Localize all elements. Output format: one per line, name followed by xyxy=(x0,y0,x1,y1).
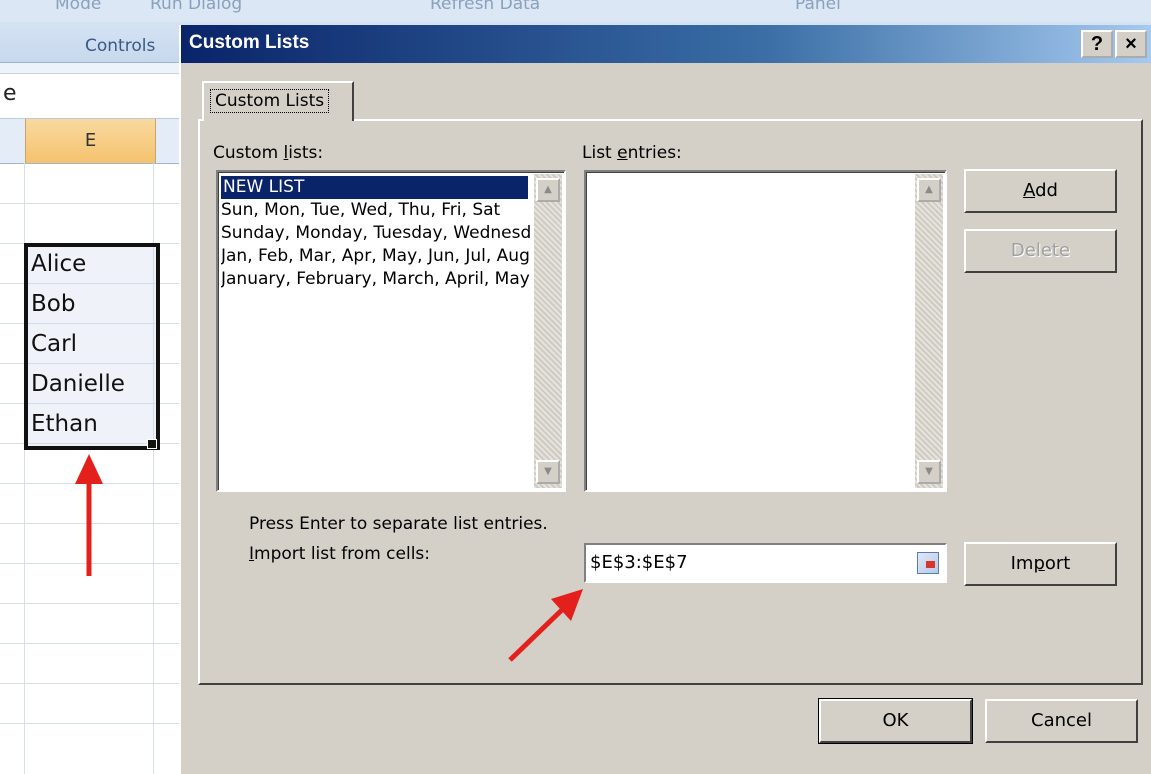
column-header-e[interactable]: E xyxy=(25,119,156,163)
ribbon-mode-label[interactable]: Mode xyxy=(55,0,101,14)
custom-lists-listbox[interactable]: NEW LIST Sun, Mon, Tue, Wed, Thu, Fri, S… xyxy=(216,170,566,492)
list-item[interactable]: January, February, March, April, May, Ju… xyxy=(221,268,531,291)
ok-button[interactable]: OK xyxy=(818,698,973,744)
list-item[interactable]: NEW LIST xyxy=(221,176,528,199)
help-button[interactable]: ? xyxy=(1081,30,1113,58)
list-entries-label: List entries: xyxy=(582,143,682,163)
import-label: Import list from cells: xyxy=(249,544,431,564)
scroll-down-icon[interactable]: ▼ xyxy=(536,460,560,484)
ribbon-run-dialog-label[interactable]: Run Dialog xyxy=(150,0,242,14)
ribbon-divider xyxy=(0,63,180,74)
list-entries-textbox[interactable]: ▲ ▼ xyxy=(584,170,947,492)
cell-e6[interactable]: Danielle xyxy=(31,371,125,397)
list-item[interactable]: Sunday, Monday, Tuesday, Wednesday, Thur… xyxy=(221,222,531,245)
annotation-arrow-diagonal-icon xyxy=(508,589,583,662)
cell-e7[interactable]: Ethan xyxy=(31,411,98,437)
cancel-button[interactable]: Cancel xyxy=(985,699,1138,743)
cell-e4[interactable]: Bob xyxy=(31,291,75,317)
custom-lists-scrollbar[interactable]: ▲ ▼ xyxy=(534,174,562,488)
custom-lists-dialog: Custom Lists ? × Custom Lists Custom lis… xyxy=(179,25,1151,774)
formula-bar-text: e xyxy=(3,81,17,106)
ribbon-top-strip: Mode Run Dialog Refresh Data Panel xyxy=(0,0,1151,23)
ribbon-panel-label[interactable]: Panel xyxy=(795,0,841,14)
tab-label: Custom Lists xyxy=(210,89,330,113)
dialog-title: Custom Lists xyxy=(189,32,310,53)
import-range-value: $E$3:$E$7 xyxy=(590,552,688,573)
delete-button[interactable]: Delete xyxy=(964,229,1117,273)
custom-lists-label: Custom lists: xyxy=(213,143,324,163)
tab-custom-lists[interactable]: Custom Lists xyxy=(202,81,354,121)
ribbon-refresh-data-label[interactable]: Refresh Data xyxy=(430,0,540,14)
scroll-down-icon[interactable]: ▼ xyxy=(917,460,941,484)
fill-handle[interactable] xyxy=(147,439,157,449)
scroll-up-icon[interactable]: ▲ xyxy=(917,178,941,202)
list-item[interactable]: Sun, Mon, Tue, Wed, Thu, Fri, Sat xyxy=(221,199,531,222)
import-range-input[interactable]: $E$3:$E$7 xyxy=(584,543,947,583)
formula-bar[interactable]: e xyxy=(0,74,180,119)
ribbon-group-label: Controls xyxy=(85,36,156,56)
annotation-arrow-up-icon xyxy=(75,454,103,576)
dialog-titlebar[interactable]: Custom Lists ? × xyxy=(181,25,1151,63)
add-button[interactable]: Add xyxy=(964,169,1117,213)
cell-e5[interactable]: Carl xyxy=(31,331,77,357)
column-header-label: E xyxy=(84,130,97,151)
import-button[interactable]: Import xyxy=(964,542,1117,586)
range-picker-icon[interactable] xyxy=(917,552,939,574)
hint-text: Press Enter to separate list entries. xyxy=(249,514,548,534)
scroll-up-icon[interactable]: ▲ xyxy=(536,178,560,202)
cell-e3[interactable]: Alice xyxy=(31,251,86,277)
list-entries-scrollbar[interactable]: ▲ ▼ xyxy=(915,174,943,488)
close-button[interactable]: × xyxy=(1115,30,1147,58)
list-item[interactable]: Jan, Feb, Mar, Apr, May, Jun, Jul, Aug, … xyxy=(221,245,531,268)
